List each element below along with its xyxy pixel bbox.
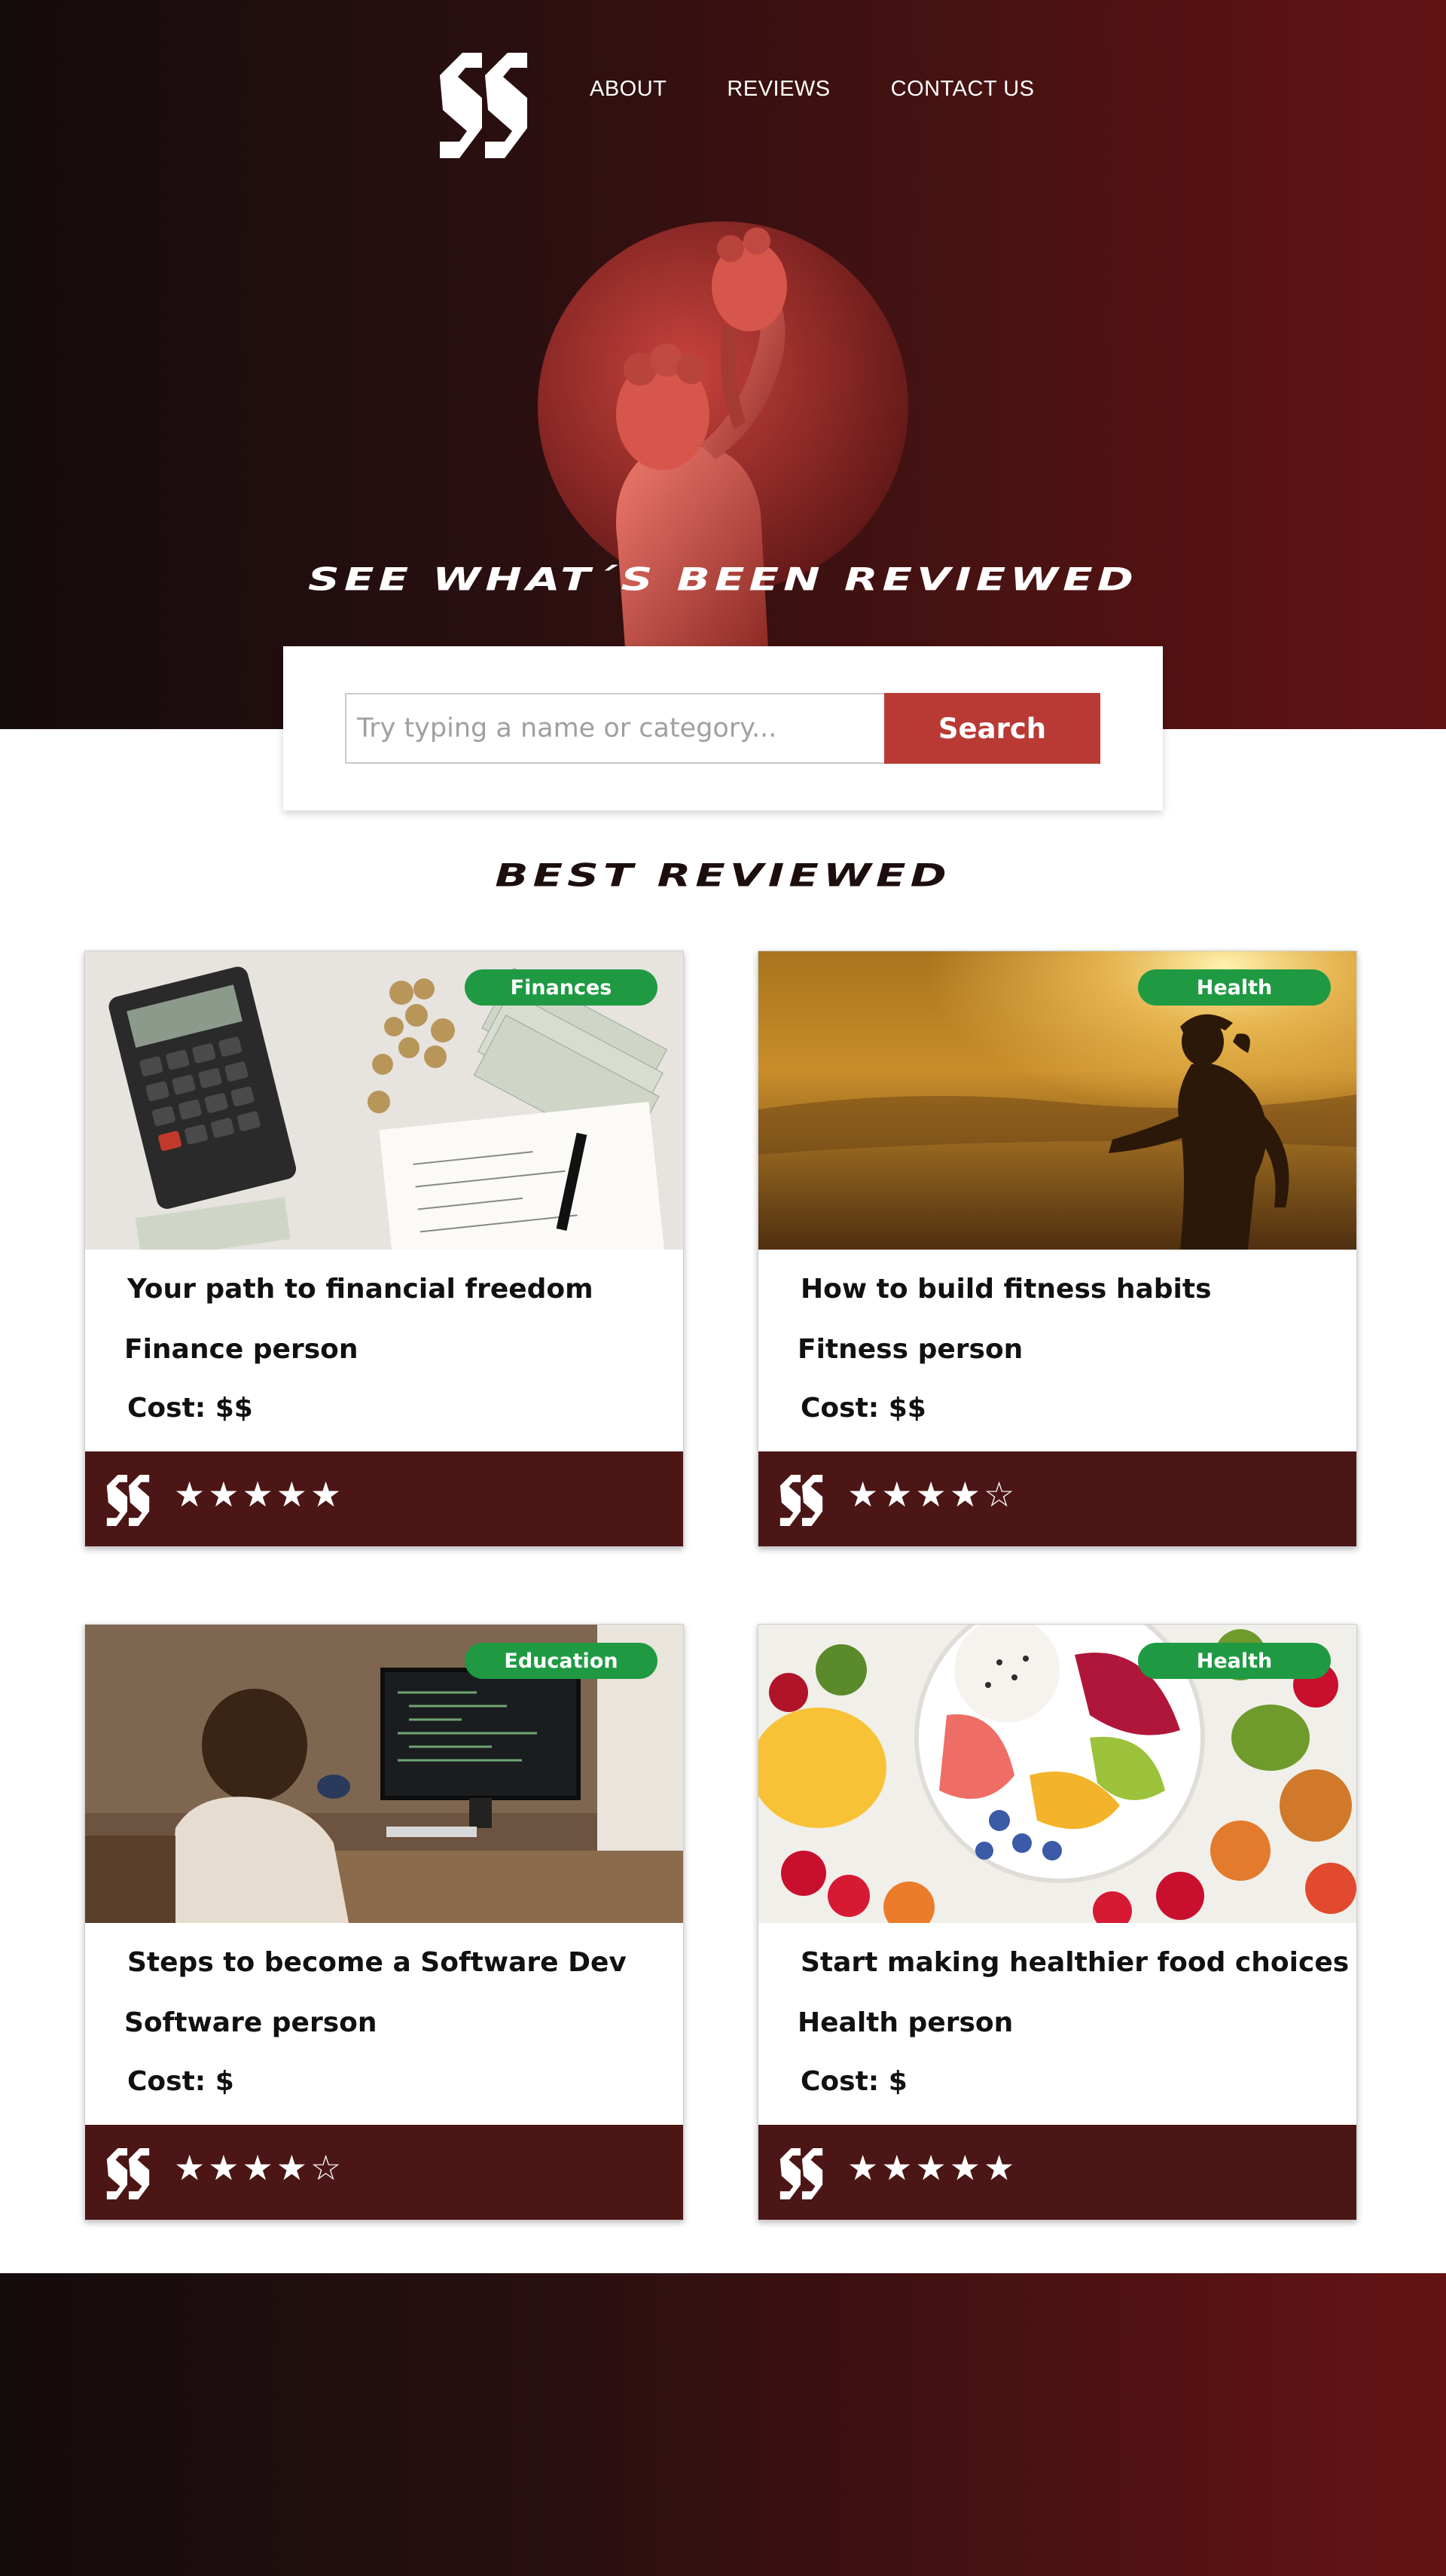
card-title[interactable]: Steps to become a Software Dev [127, 1947, 627, 1978]
page-footer [0, 2273, 1446, 2576]
search-input[interactable] [345, 693, 884, 764]
card-footer: ★★★★☆ [758, 1451, 1356, 1546]
site-logo-icon [779, 2148, 823, 2199]
hero-banner: ABOUT REVIEWS CONTACT US SEE WHAT´S BEEN… [0, 0, 1446, 729]
review-card[interactable]: Finances Your path to financial freedom … [84, 951, 684, 1547]
card-cost: Cost: $ [127, 2066, 234, 2097]
nav-reviews[interactable]: REVIEWS [727, 77, 830, 102]
card-cost: Cost: $$ [801, 1393, 926, 1424]
hero-title: SEE WHAT´S BEEN REVIEWED [308, 560, 1138, 598]
site-logo[interactable] [432, 45, 535, 166]
star-rating: ★★★★★ [174, 1474, 345, 1515]
card-footer: ★★★★★ [85, 1451, 683, 1546]
review-card[interactable]: Health Start making healthier food choic… [758, 1624, 1357, 2220]
card-author: Health person [798, 2007, 1014, 2038]
card-image: Health [758, 951, 1356, 1250]
category-badge: Health [1138, 1643, 1331, 1679]
card-title[interactable]: Start making healthier food choices [801, 1947, 1349, 1978]
card-cost: Cost: $ [801, 2066, 908, 2097]
category-badge: Education [465, 1643, 657, 1679]
star-rating: ★★★★☆ [847, 1474, 1018, 1515]
card-image: Finances [85, 951, 683, 1250]
search-panel: Search [283, 646, 1163, 810]
card-image: Education [85, 1625, 683, 1923]
site-logo-icon [106, 2148, 150, 2199]
star-rating: ★★★★☆ [174, 2147, 345, 2188]
card-footer: ★★★★☆ [85, 2125, 683, 2220]
card-title[interactable]: Your path to financial freedom [127, 1274, 593, 1305]
card-author: Fitness person [798, 1334, 1023, 1365]
card-author: Software person [124, 2007, 377, 2038]
star-rating: ★★★★★ [847, 2147, 1018, 2188]
review-card[interactable]: Health How to build fitness habits Fitne… [758, 951, 1357, 1547]
card-footer: ★★★★★ [758, 2125, 1356, 2220]
category-badge: Finances [465, 969, 657, 1006]
search-button[interactable]: Search [884, 693, 1100, 764]
nav-contact-us[interactable]: CONTACT US [891, 77, 1035, 102]
section-title: BEST REVIEWED [495, 856, 951, 894]
site-logo-icon [106, 1475, 150, 1526]
review-card[interactable]: Education Steps to become a Software Dev… [84, 1624, 684, 2220]
main-nav: ABOUT REVIEWS CONTACT US [590, 77, 1034, 102]
card-image: Health [758, 1625, 1356, 1923]
nav-about[interactable]: ABOUT [590, 77, 667, 102]
card-author: Finance person [124, 1334, 358, 1365]
site-logo-icon [779, 1475, 823, 1526]
card-title[interactable]: How to build fitness habits [801, 1274, 1212, 1305]
category-badge: Health [1138, 969, 1331, 1006]
card-cost: Cost: $$ [127, 1393, 253, 1424]
